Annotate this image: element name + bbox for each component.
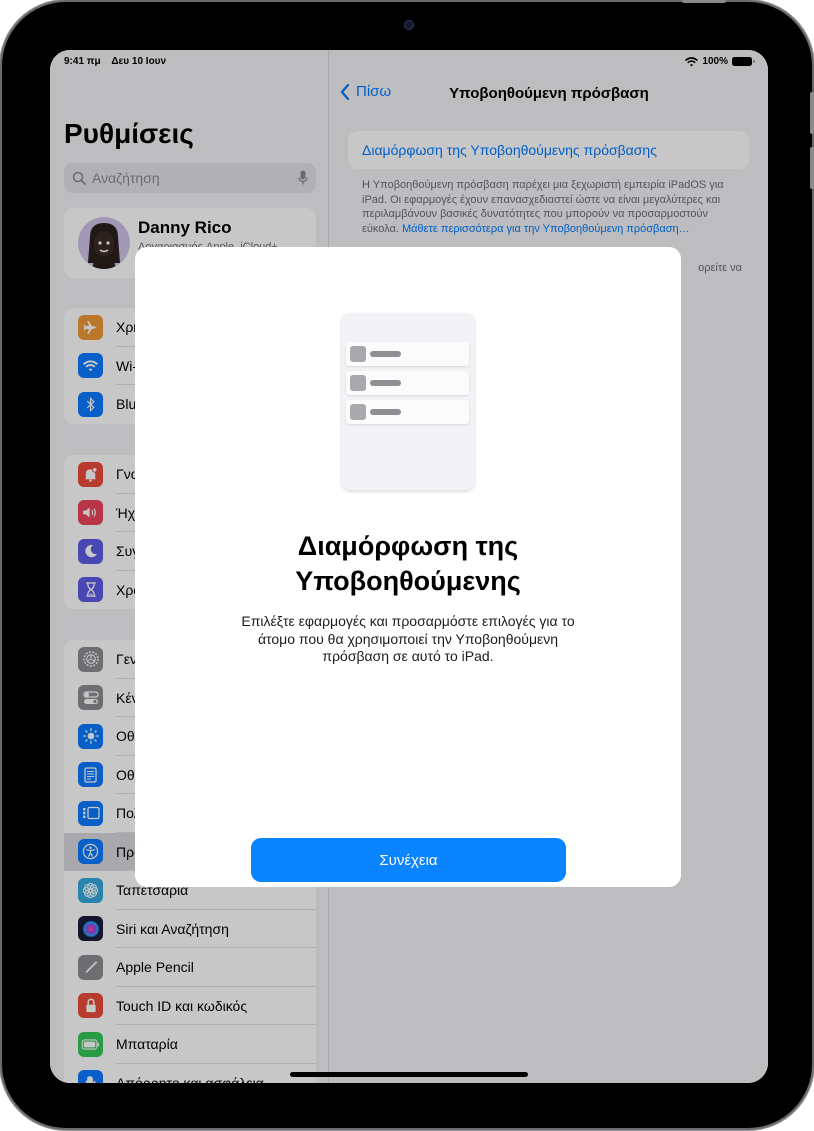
modal-title: Διαμόρφωση της Υποβοηθούμενης [135, 529, 681, 599]
modal-body: Επιλέξτε εφαρμογές και προσαρμόστε επιλο… [241, 613, 575, 664]
modal-title-line2: Υποβοηθούμενης [295, 566, 521, 596]
home-indicator[interactable] [290, 1072, 528, 1077]
battery-icon [732, 57, 755, 66]
status-date: Δευ 10 Ιουν [111, 56, 167, 67]
illustration-row [346, 400, 469, 424]
volume-up-button [810, 92, 814, 134]
status-bar: 9:41 πμ Δευ 10 Ιουν 100% [50, 50, 768, 74]
modal-title-line1: Διαμόρφωση της [297, 531, 519, 561]
ipad-device: Ρυθμίσεις Αναζήτηση Danny Rico Wi-Fi Ήχο… [2, 0, 814, 1128]
illustration-row [346, 371, 469, 395]
continue-button[interactable]: Συνέχεια [251, 838, 566, 882]
top-button [682, 0, 726, 3]
battery-percent: 100% [702, 56, 728, 67]
volume-down-button [810, 147, 814, 189]
status-time: 9:41 πμ [64, 56, 101, 67]
setup-modal: Διαμόρφωση της Υποβοηθούμενης Επιλέξτε ε… [135, 247, 681, 887]
app-list-illustration [342, 314, 474, 490]
front-camera [404, 20, 414, 30]
wifi-status-icon [685, 56, 699, 66]
screen: Ρυθμίσεις Αναζήτηση Danny Rico Wi-Fi Ήχο… [50, 50, 768, 1083]
illustration-row [346, 342, 469, 366]
